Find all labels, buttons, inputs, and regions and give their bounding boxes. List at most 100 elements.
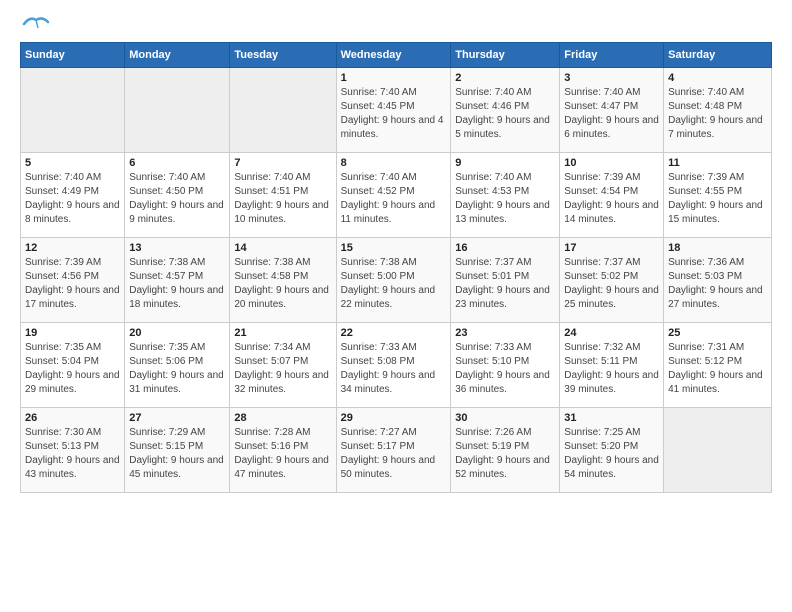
- calendar-cell: 19 Sunrise: 7:35 AM Sunset: 5:04 PM Dayli…: [21, 323, 125, 408]
- day-info: Sunrise: 7:37 AM Sunset: 5:01 PM Dayligh…: [455, 256, 555, 312]
- calendar-week-3: 12 Sunrise: 7:39 AM Sunset: 4:56 PM Dayli…: [21, 238, 772, 323]
- calendar-cell: 7 Sunrise: 7:40 AM Sunset: 4:51 PM Daylig…: [230, 153, 336, 238]
- day-number: 8: [341, 157, 447, 169]
- day-info: Sunrise: 7:39 AM Sunset: 4:55 PM Dayligh…: [668, 171, 767, 227]
- calendar-cell: 4 Sunrise: 7:40 AM Sunset: 4:48 PM Daylig…: [664, 68, 772, 153]
- day-info: Sunrise: 7:38 AM Sunset: 4:57 PM Dayligh…: [129, 256, 225, 312]
- calendar-table: SundayMondayTuesdayWednesdayThursdayFrid…: [20, 42, 772, 493]
- day-info: Sunrise: 7:31 AM Sunset: 5:12 PM Dayligh…: [668, 341, 767, 397]
- day-number: 27: [129, 412, 225, 424]
- calendar-cell: 23 Sunrise: 7:33 AM Sunset: 5:10 PM Dayli…: [451, 323, 560, 408]
- day-number: 10: [564, 157, 659, 169]
- day-info: Sunrise: 7:35 AM Sunset: 5:04 PM Dayligh…: [25, 341, 120, 397]
- day-info: Sunrise: 7:38 AM Sunset: 5:00 PM Dayligh…: [341, 256, 447, 312]
- day-number: 12: [25, 242, 120, 254]
- calendar-cell: 17 Sunrise: 7:37 AM Sunset: 5:02 PM Dayli…: [560, 238, 664, 323]
- day-number: 19: [25, 327, 120, 339]
- day-info: Sunrise: 7:40 AM Sunset: 4:47 PM Dayligh…: [564, 86, 659, 142]
- day-number: 31: [564, 412, 659, 424]
- day-number: 7: [234, 157, 331, 169]
- calendar-cell: 29 Sunrise: 7:27 AM Sunset: 5:17 PM Dayli…: [336, 408, 451, 493]
- day-info: Sunrise: 7:38 AM Sunset: 4:58 PM Dayligh…: [234, 256, 331, 312]
- day-info: Sunrise: 7:28 AM Sunset: 5:16 PM Dayligh…: [234, 426, 331, 482]
- calendar-cell: 1Sunrise: 7:40 AM Sunset: 4:45 PM Daylig…: [336, 68, 451, 153]
- calendar-cell: 8 Sunrise: 7:40 AM Sunset: 4:52 PM Daylig…: [336, 153, 451, 238]
- calendar-header-row: SundayMondayTuesdayWednesdayThursdayFrid…: [21, 43, 772, 68]
- day-info: Sunrise: 7:34 AM Sunset: 5:07 PM Dayligh…: [234, 341, 331, 397]
- day-number: 2: [455, 72, 555, 84]
- day-info: Sunrise: 7:27 AM Sunset: 5:17 PM Dayligh…: [341, 426, 447, 482]
- day-info: Sunrise: 7:36 AM Sunset: 5:03 PM Dayligh…: [668, 256, 767, 312]
- day-header-monday: Monday: [125, 43, 230, 68]
- day-number: 21: [234, 327, 331, 339]
- day-info: Sunrise: 7:40 AM Sunset: 4:46 PM Dayligh…: [455, 86, 555, 142]
- calendar-cell: 6Sunrise: 7:40 AM Sunset: 4:50 PM Daylig…: [125, 153, 230, 238]
- day-header-friday: Friday: [560, 43, 664, 68]
- day-info: Sunrise: 7:35 AM Sunset: 5:06 PM Dayligh…: [129, 341, 225, 397]
- calendar-cell: 27 Sunrise: 7:29 AM Sunset: 5:15 PM Dayli…: [125, 408, 230, 493]
- calendar-cell: 26 Sunrise: 7:30 AM Sunset: 5:13 PM Dayli…: [21, 408, 125, 493]
- day-number: 5: [25, 157, 120, 169]
- day-info: Sunrise: 7:26 AM Sunset: 5:19 PM Dayligh…: [455, 426, 555, 482]
- calendar-cell: 20 Sunrise: 7:35 AM Sunset: 5:06 PM Dayli…: [125, 323, 230, 408]
- calendar-week-4: 19 Sunrise: 7:35 AM Sunset: 5:04 PM Dayli…: [21, 323, 772, 408]
- calendar-cell: 11Sunrise: 7:39 AM Sunset: 4:55 PM Dayli…: [664, 153, 772, 238]
- day-info: Sunrise: 7:40 AM Sunset: 4:50 PM Dayligh…: [129, 171, 225, 227]
- day-number: 14: [234, 242, 331, 254]
- day-info: Sunrise: 7:33 AM Sunset: 5:10 PM Dayligh…: [455, 341, 555, 397]
- day-number: 22: [341, 327, 447, 339]
- day-info: Sunrise: 7:39 AM Sunset: 4:56 PM Dayligh…: [25, 256, 120, 312]
- day-number: 20: [129, 327, 225, 339]
- calendar-cell: 25 Sunrise: 7:31 AM Sunset: 5:12 PM Dayli…: [664, 323, 772, 408]
- day-number: 18: [668, 242, 767, 254]
- day-number: 23: [455, 327, 555, 339]
- day-info: Sunrise: 7:40 AM Sunset: 4:52 PM Dayligh…: [341, 171, 447, 227]
- day-info: Sunrise: 7:40 AM Sunset: 4:48 PM Dayligh…: [668, 86, 767, 142]
- day-number: 17: [564, 242, 659, 254]
- day-number: 24: [564, 327, 659, 339]
- day-header-wednesday: Wednesday: [336, 43, 451, 68]
- day-number: 15: [341, 242, 447, 254]
- day-info: Sunrise: 7:37 AM Sunset: 5:02 PM Dayligh…: [564, 256, 659, 312]
- calendar-cell: 24 Sunrise: 7:32 AM Sunset: 5:11 PM Dayli…: [560, 323, 664, 408]
- day-info: Sunrise: 7:40 AM Sunset: 4:53 PM Dayligh…: [455, 171, 555, 227]
- calendar-cell: 30Sunrise: 7:26 AM Sunset: 5:19 PM Dayli…: [451, 408, 560, 493]
- day-info: Sunrise: 7:30 AM Sunset: 5:13 PM Dayligh…: [25, 426, 120, 482]
- day-number: 4: [668, 72, 767, 84]
- day-header-saturday: Saturday: [664, 43, 772, 68]
- calendar-week-2: 5 Sunrise: 7:40 AM Sunset: 4:49 PM Daylig…: [21, 153, 772, 238]
- day-info: Sunrise: 7:40 AM Sunset: 4:49 PM Dayligh…: [25, 171, 120, 227]
- calendar-body: 1Sunrise: 7:40 AM Sunset: 4:45 PM Daylig…: [21, 68, 772, 493]
- day-number: 26: [25, 412, 120, 424]
- calendar-cell: [21, 68, 125, 153]
- day-info: Sunrise: 7:40 AM Sunset: 4:51 PM Dayligh…: [234, 171, 331, 227]
- day-info: Sunrise: 7:29 AM Sunset: 5:15 PM Dayligh…: [129, 426, 225, 482]
- calendar-cell: [125, 68, 230, 153]
- calendar-cell: 12 Sunrise: 7:39 AM Sunset: 4:56 PM Dayli…: [21, 238, 125, 323]
- day-number: 13: [129, 242, 225, 254]
- day-info: Sunrise: 7:40 AM Sunset: 4:45 PM Dayligh…: [341, 86, 447, 142]
- calendar-cell: 14 Sunrise: 7:38 AM Sunset: 4:58 PM Dayli…: [230, 238, 336, 323]
- day-number: 3: [564, 72, 659, 84]
- day-info: Sunrise: 7:33 AM Sunset: 5:08 PM Dayligh…: [341, 341, 447, 397]
- day-header-sunday: Sunday: [21, 43, 125, 68]
- calendar-cell: 28 Sunrise: 7:28 AM Sunset: 5:16 PM Dayli…: [230, 408, 336, 493]
- day-info: Sunrise: 7:32 AM Sunset: 5:11 PM Dayligh…: [564, 341, 659, 397]
- day-header-tuesday: Tuesday: [230, 43, 336, 68]
- calendar-week-1: 1Sunrise: 7:40 AM Sunset: 4:45 PM Daylig…: [21, 68, 772, 153]
- calendar-cell: 9Sunrise: 7:40 AM Sunset: 4:53 PM Daylig…: [451, 153, 560, 238]
- calendar-cell: 10 Sunrise: 7:39 AM Sunset: 4:54 PM Dayli…: [560, 153, 664, 238]
- day-info: Sunrise: 7:25 AM Sunset: 5:20 PM Dayligh…: [564, 426, 659, 482]
- calendar-cell: 15 Sunrise: 7:38 AM Sunset: 5:00 PM Dayli…: [336, 238, 451, 323]
- day-header-thursday: Thursday: [451, 43, 560, 68]
- calendar-cell: [664, 408, 772, 493]
- calendar-cell: 22 Sunrise: 7:33 AM Sunset: 5:08 PM Dayli…: [336, 323, 451, 408]
- day-number: 25: [668, 327, 767, 339]
- day-number: 16: [455, 242, 555, 254]
- calendar-cell: 18 Sunrise: 7:36 AM Sunset: 5:03 PM Dayli…: [664, 238, 772, 323]
- logo: [20, 20, 50, 32]
- day-number: 29: [341, 412, 447, 424]
- day-number: 28: [234, 412, 331, 424]
- day-info: Sunrise: 7:39 AM Sunset: 4:54 PM Dayligh…: [564, 171, 659, 227]
- calendar-cell: 13 Sunrise: 7:38 AM Sunset: 4:57 PM Dayli…: [125, 238, 230, 323]
